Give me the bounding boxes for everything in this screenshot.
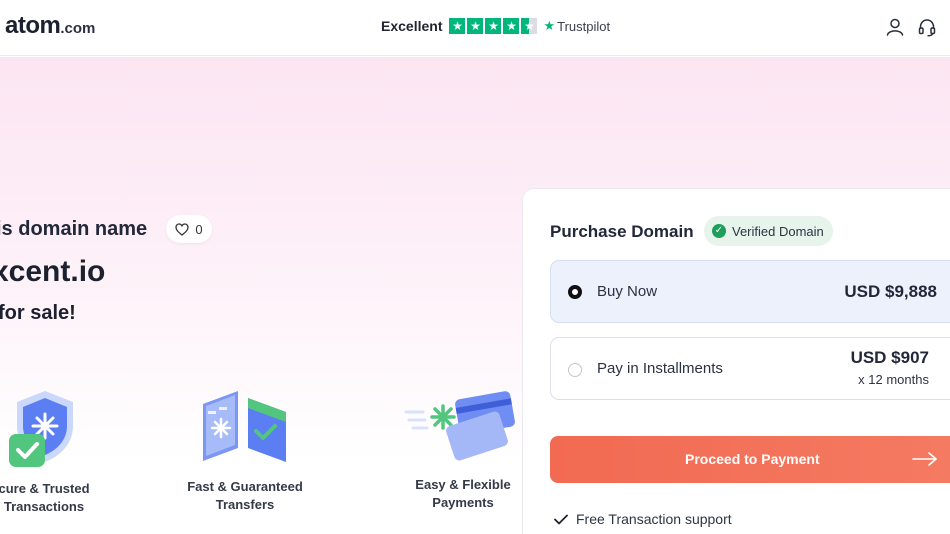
feature-payments: Easy & Flexible Payments	[415, 477, 511, 510]
support-note: Free Transaction support	[554, 511, 732, 527]
installments-label: Pay in Installments	[597, 360, 723, 377]
buy-now-label: Buy Now	[597, 283, 658, 300]
top-header: atom.com Excellent ★ ★ ★ ★ ★ ★ Trustpilo…	[0, 0, 950, 56]
installments-radio[interactable]	[568, 363, 582, 377]
trustpilot-rating[interactable]: Excellent ★ ★ ★ ★ ★ ★ Trustpilot	[381, 16, 610, 36]
purchase-title: Purchase Domain	[550, 222, 694, 241]
for-sale-label: for sale!	[0, 302, 76, 324]
verified-label: Verified Domain	[732, 223, 824, 239]
star-icon: ★	[467, 18, 484, 34]
installments-price: USD $907	[850, 348, 929, 367]
headset-icon[interactable]	[917, 17, 937, 37]
site-logo[interactable]: atom.com	[5, 12, 95, 40]
buy-now-price: USD $9,888	[844, 282, 937, 301]
support-label: Free Transaction support	[576, 511, 732, 527]
arrow-right-icon	[912, 452, 937, 466]
domain-headline: is domain name	[0, 218, 148, 240]
star-icon: ★	[449, 18, 466, 34]
purchase-card: Purchase Domain ✓ Verified Domain Buy No…	[522, 188, 950, 534]
user-icon[interactable]	[885, 17, 905, 37]
verified-badge: ✓ Verified Domain	[704, 216, 833, 246]
buy-now-option[interactable]: Buy Now USD $9,888	[550, 260, 950, 323]
like-count: 0	[195, 221, 203, 237]
star-icon: ★	[503, 18, 520, 34]
installments-option[interactable]: Pay in Installments USD $907 x 12 months	[550, 337, 950, 400]
trustpilot-label: Trustpilot	[557, 18, 611, 34]
shield-check-icon	[9, 391, 73, 467]
installments-term: x 12 months	[858, 372, 929, 387]
verified-check-icon: ✓	[712, 224, 726, 238]
transfer-icon	[203, 391, 286, 462]
rating-label: Excellent	[381, 18, 443, 34]
trustpilot-star-icon: ★	[543, 18, 556, 33]
half-star-icon: ★	[521, 18, 538, 34]
feature-transfers: Fast & Guaranteed Transfers	[187, 479, 303, 512]
proceed-to-payment-button[interactable]: Proceed to Payment	[550, 436, 950, 483]
heart-icon	[175, 222, 190, 236]
trustpilot-brand: ★ Trustpilot	[543, 18, 610, 34]
star-icon: ★	[485, 18, 502, 34]
feature-secure: cure & Trusted Transactions	[0, 481, 90, 514]
cards-icon	[404, 391, 515, 461]
buy-now-radio[interactable]	[568, 285, 582, 299]
like-button[interactable]: 0	[166, 215, 212, 243]
rating-stars: ★ ★ ★ ★ ★	[449, 18, 538, 34]
checkmark-icon	[554, 514, 568, 524]
proceed-label: Proceed to Payment	[685, 451, 820, 467]
domain-name: xcent.io	[0, 255, 106, 288]
